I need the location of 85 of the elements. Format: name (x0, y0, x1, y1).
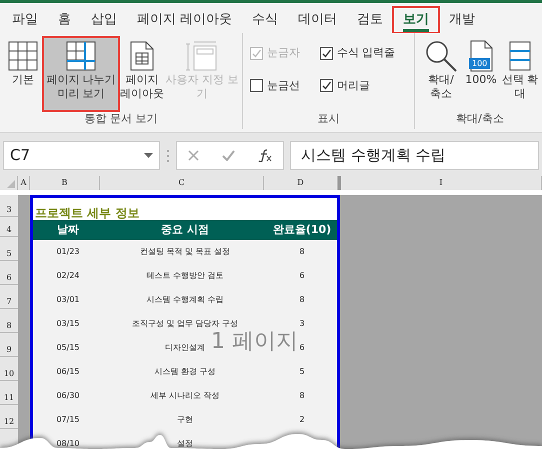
ribbon-button[interactable]: 페이지 나누기 미리 보기 (43, 37, 119, 111)
table-cell: 6 (299, 343, 305, 352)
name-box[interactable]: C7 (3, 141, 160, 170)
ribbon-tab[interactable]: 수식 (242, 7, 288, 33)
row-header[interactable]: 12 (4, 416, 14, 428)
column-header[interactable]: A (18, 176, 30, 190)
page-break-grid-icon (66, 41, 96, 71)
ribbon-tab[interactable]: 보기 (393, 7, 440, 33)
custom-view-icon (186, 41, 218, 71)
corner-triangle-icon[interactable] (7, 180, 15, 188)
table-cell: 03/15 (56, 319, 80, 328)
table-cell: 06/30 (56, 391, 80, 400)
table-cell: 조직구성 및 업무 담당자 구성 (132, 319, 238, 328)
ribbon-tab[interactable]: 데이터 (288, 7, 348, 33)
row-header[interactable]: 9 (6, 344, 12, 356)
table-cell: 세부 시나리오 작성 (150, 391, 220, 400)
cancel-icon[interactable] (188, 150, 200, 161)
table-cell: 03/01 (56, 295, 80, 304)
caret-icon (144, 153, 153, 158)
insert-function-icon[interactable] (258, 149, 272, 162)
ribbon-button[interactable]: 확대/ 축소 (421, 37, 461, 111)
table-cell: 06/15 (56, 367, 80, 376)
table-cell: 07/15 (56, 415, 80, 424)
grid-icon (8, 41, 38, 71)
formula-field[interactable]: 시스템 수행계획 수립 (290, 141, 539, 170)
checkbox[interactable] (250, 79, 263, 92)
table-cell: 시스템 수행계획 수립 (146, 295, 224, 304)
page-icon (130, 41, 154, 71)
row-header[interactable]: 10 (4, 368, 14, 380)
ribbon-button[interactable]: 기본 (3, 37, 43, 111)
checkbox-label: 눈금선 (267, 78, 300, 94)
table-cell: 컨설팅 목적 및 목표 설정 (140, 247, 230, 256)
ribbon-tab[interactable]: 홈 (48, 7, 81, 33)
page-number-label: 1 페이지 (211, 331, 298, 353)
ribbon-tab[interactable]: 파일 (2, 7, 48, 33)
group-label: 확대/축소 (455, 111, 505, 127)
table-cell: 8 (299, 247, 305, 256)
column-header[interactable]: B (30, 176, 100, 190)
column-header[interactable]: D (264, 176, 338, 190)
sheet-title: 프로젝트 세부 정보 (33, 198, 337, 220)
checkbox-label: 수식 입력줄 (336, 45, 396, 61)
column-header[interactable]: C (100, 176, 264, 190)
table-cell: 8 (299, 295, 305, 304)
ribbon-tab[interactable]: 페이지 레이아웃 (127, 7, 242, 33)
table-cell: 08/10 (56, 439, 80, 448)
column-header[interactable]: I (338, 176, 542, 190)
group-label: 표시 (316, 110, 340, 126)
row-header[interactable]: 6 (6, 272, 12, 284)
row-header[interactable]: 3 (6, 204, 12, 216)
table-cell: 테스트 수행방안 검토 (146, 271, 224, 280)
table-cell: 구현 (177, 415, 193, 424)
checkbox[interactable] (320, 46, 333, 60)
table-cell: 02/24 (56, 271, 80, 280)
magnifier-icon (425, 40, 457, 72)
table-cell: 5 (299, 367, 305, 376)
table-cell: 8 (299, 391, 305, 400)
ribbon-tab[interactable]: 검토 (347, 7, 394, 33)
row-header[interactable]: 5 (6, 248, 12, 260)
zoom-level-label: 100 (469, 58, 490, 69)
checkbox-label: 머리글 (336, 78, 370, 94)
row-header[interactable]: 4 (6, 224, 12, 236)
table-cell: 설정 (177, 439, 193, 448)
row-header[interactable]: 11 (4, 392, 14, 404)
table-cell: 01/23 (56, 247, 80, 256)
table-cell: 05/15 (56, 343, 80, 352)
checkbox-label: 눈금자 (267, 45, 300, 61)
ribbon-button[interactable]: 100 100% (461, 37, 501, 111)
table-cell: 2 (299, 415, 305, 424)
ribbon-button[interactable]: 선택 확대 (501, 37, 539, 111)
row-header[interactable]: 7 (6, 296, 12, 308)
grid-icon (509, 41, 531, 71)
table-cell: 디자인설계 (165, 343, 205, 352)
row-header[interactable]: 8 (6, 320, 12, 332)
table-cell: 시스템 환경 구성 (154, 367, 216, 376)
ribbon-tab[interactable]: 삽입 (81, 7, 127, 33)
group-label: 통합 문서 보기 (84, 111, 158, 127)
column-heading: 중요 시점 (160, 222, 210, 238)
ribbon-tab[interactable]: 개발 (439, 7, 486, 33)
checkmark-icon[interactable] (222, 150, 235, 161)
checkbox[interactable] (320, 79, 333, 92)
table-cell: 3 (299, 319, 305, 328)
column-heading: 완료율(10) (272, 222, 332, 238)
column-heading: 날짜 (56, 222, 80, 238)
table-cell: 6 (299, 271, 305, 280)
ribbon-button[interactable]: 페이지 레이아웃 (119, 37, 165, 111)
